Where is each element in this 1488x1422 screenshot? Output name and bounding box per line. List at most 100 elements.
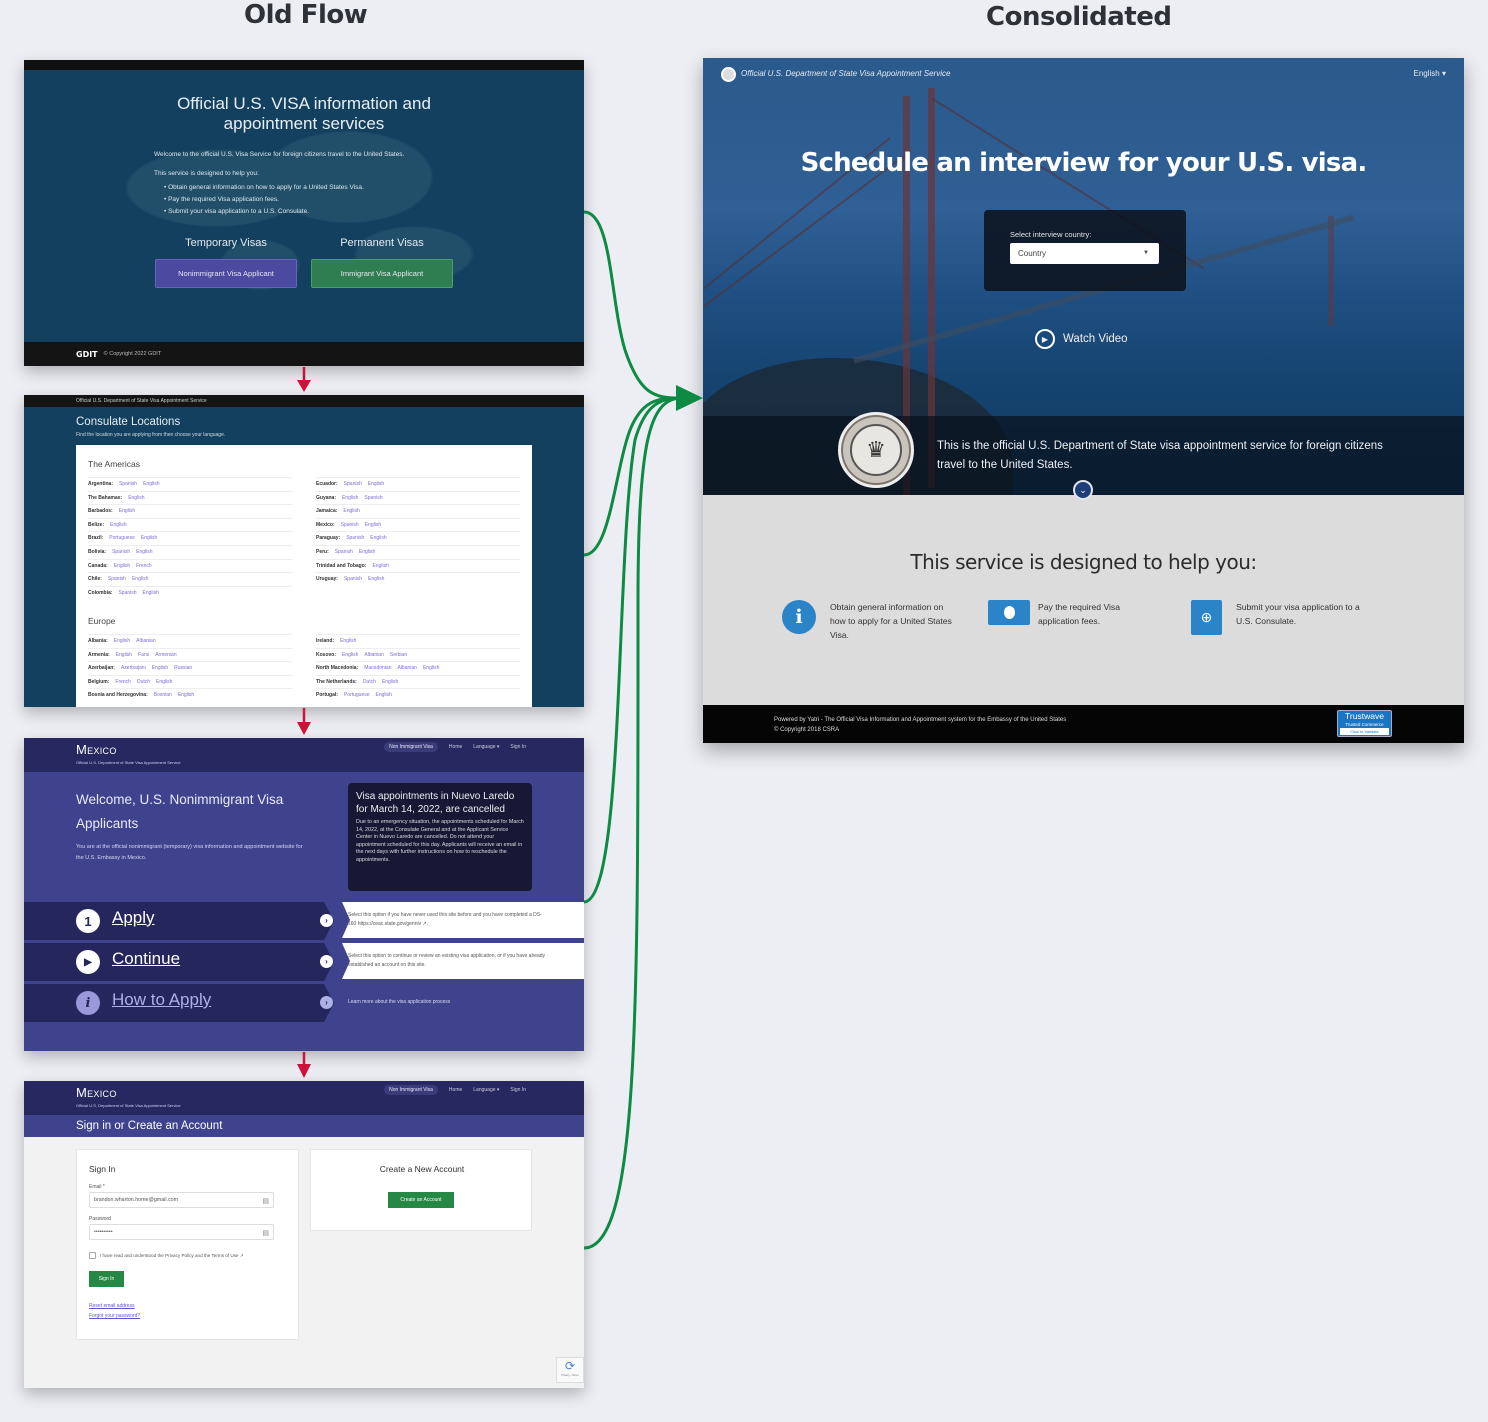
language-link[interactable]: French (136, 563, 152, 569)
language-link[interactable]: English (423, 665, 439, 671)
language-link[interactable]: English (114, 563, 130, 569)
language-selector[interactable]: English ▾ (1414, 69, 1446, 78)
how-to-apply-link[interactable]: How to Apply (112, 990, 211, 1010)
language-link[interactable]: English (342, 495, 358, 501)
language-link[interactable]: Spanish (112, 549, 130, 555)
language-link[interactable]: English (370, 535, 386, 541)
watch-video-button[interactable]: ▶ Watch Video (1035, 329, 1128, 349)
step-arrow-3 (297, 1052, 311, 1078)
option-how-to-apply[interactable]: i How to Apply › Learn more about the vi… (24, 984, 584, 1022)
nonimmigrant-visa-button[interactable]: Nonimmigrant Visa Applicant (155, 259, 297, 288)
chevron-right-icon[interactable]: › (320, 914, 333, 927)
language-link[interactable]: English (116, 652, 132, 658)
create-account-button[interactable]: Create an Account (388, 1192, 454, 1208)
email-field[interactable]: brandon.wharton.home@gmail.com ▤ (89, 1192, 274, 1208)
country-name: Mexico: (316, 521, 335, 528)
language-link[interactable]: Serbian (390, 652, 407, 658)
language-link[interactable]: English (110, 522, 126, 528)
service-list: Obtain general information on how to app… (164, 183, 404, 216)
option-apply[interactable]: 1 Apply › Select this option if you have… (24, 902, 584, 940)
language-link[interactable]: English (340, 638, 356, 644)
password-field[interactable]: •••••••••• ▤ (89, 1224, 274, 1240)
nav-sign-in[interactable]: Sign In (510, 1087, 526, 1095)
scroll-down-icon[interactable]: ⌄ (1073, 480, 1093, 500)
caret-down-icon: ▼ (1143, 250, 1149, 256)
chevron-right-icon[interactable]: › (320, 996, 333, 1009)
language-link[interactable]: Dutch (363, 679, 376, 685)
recaptcha-badge[interactable]: ⟳ Privacy - Terms (556, 1357, 584, 1383)
language-link[interactable]: English (343, 508, 359, 514)
language-link[interactable]: Azerbaijani (121, 665, 146, 671)
language-link[interactable]: English (136, 549, 152, 555)
nav-language[interactable]: Language ▾ (473, 1087, 499, 1095)
country-name: Albania: (88, 638, 108, 644)
language-link[interactable]: English (143, 481, 159, 487)
forgot-password-link[interactable]: Forgot your password? (89, 1313, 140, 1319)
option-description: Select this option to continue or review… (348, 953, 546, 968)
sign-in-button[interactable]: Sign In (89, 1271, 124, 1287)
language-link[interactable]: English (372, 563, 388, 569)
language-link[interactable]: Spanish (108, 576, 126, 582)
locations-column: Argentina: Spanish English The Bahamas: Engl… (88, 477, 292, 599)
language-link[interactable]: Farsi (138, 652, 149, 658)
language-link[interactable]: English (376, 692, 392, 698)
language-link[interactable]: Dutch (137, 679, 150, 685)
country-dropdown[interactable]: Country ▼ (1010, 243, 1159, 264)
language-link[interactable]: English (119, 508, 135, 514)
nav-nonimmigrant[interactable]: Non Immigrant Visa (384, 742, 438, 752)
language-link[interactable]: English (156, 679, 172, 685)
language-link[interactable]: English (178, 692, 194, 698)
nav-sign-in[interactable]: Sign In (510, 744, 526, 752)
language-link[interactable]: Spanish (344, 576, 362, 582)
consolidated-title: Consolidated (986, 2, 1172, 32)
language-link[interactable]: Albanian (136, 638, 155, 644)
language-link[interactable]: English (128, 495, 144, 501)
language-link[interactable]: English (368, 576, 384, 582)
language-link[interactable]: Albanian (364, 652, 383, 658)
language-link[interactable]: Spanish (119, 481, 137, 487)
language-link[interactable]: English (365, 522, 381, 528)
mexico-header: Mexico Official U.S. Department of State… (24, 1081, 584, 1115)
language-link[interactable]: English (382, 679, 398, 685)
terms-checkbox[interactable] (89, 1252, 96, 1259)
info-icon: i (782, 600, 816, 634)
chevron-right-icon[interactable]: › (320, 955, 333, 968)
trustwave-badge[interactable]: Trustwave Trusted Commerce Click to Vali… (1337, 710, 1392, 737)
language-link[interactable]: English (342, 652, 358, 658)
language-link[interactable]: Armenian (155, 652, 176, 658)
language-link[interactable]: French (115, 679, 131, 685)
language-link[interactable]: Macedonian (364, 665, 391, 671)
terms-label[interactable]: I have read and understood the Privacy P… (100, 1253, 244, 1259)
language-link[interactable]: English (143, 590, 159, 596)
country-name: Chile: (88, 576, 102, 583)
language-link[interactable]: English (141, 535, 157, 541)
language-link[interactable]: Bosnian (154, 692, 172, 698)
continue-link[interactable]: Continue (112, 949, 180, 969)
language-link[interactable]: Spanish (118, 590, 136, 596)
language-link[interactable]: Spanish (364, 495, 382, 501)
nav-home[interactable]: Home (449, 744, 462, 752)
language-link[interactable]: English (359, 549, 375, 555)
nav-language[interactable]: Language ▾ (473, 744, 499, 752)
footer: GDIT © Copyright 2022 GDIT (24, 342, 584, 366)
powered-by: Powered by Yatri - The Official Visa Inf… (774, 717, 1067, 723)
language-link[interactable]: Spanish (344, 481, 362, 487)
country-dropdown-value: Country (1018, 249, 1047, 258)
apply-link[interactable]: Apply (112, 908, 155, 928)
immigrant-visa-button[interactable]: Immigrant Visa Applicant (311, 259, 453, 288)
nav-home[interactable]: Home (449, 1087, 462, 1095)
language-link[interactable]: English (114, 638, 130, 644)
option-continue[interactable]: ▶ Continue › Select this option to conti… (24, 943, 584, 981)
reset-email-link[interactable]: Reset email address (89, 1303, 135, 1309)
nav-nonimmigrant[interactable]: Non Immigrant Visa (384, 1085, 438, 1095)
language-link[interactable]: Portuguese (344, 692, 370, 698)
language-link[interactable]: Spanish (341, 522, 359, 528)
language-link[interactable]: English (368, 481, 384, 487)
language-link[interactable]: Spanish (335, 549, 353, 555)
language-link[interactable]: Spanish (346, 535, 364, 541)
language-link[interactable]: Portuguese (109, 535, 135, 541)
language-link[interactable]: Albanian (397, 665, 416, 671)
language-link[interactable]: English (132, 576, 148, 582)
language-link[interactable]: Russian (174, 665, 192, 671)
language-link[interactable]: English (152, 665, 168, 671)
